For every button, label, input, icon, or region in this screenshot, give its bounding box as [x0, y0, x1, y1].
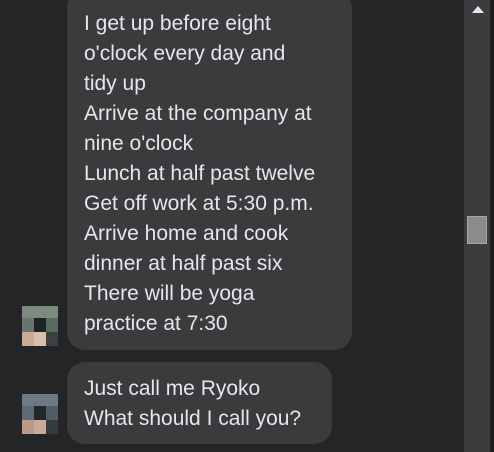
message-line: tidy up [84, 72, 146, 95]
message-line: Lunch at half past twelve [84, 162, 316, 185]
scroll-up-arrow-icon[interactable] [472, 6, 484, 13]
message-line: Arrive home and cook [84, 222, 289, 245]
message-bubble[interactable]: Just call me Ryoko What should I call yo… [67, 362, 332, 444]
message-line: o'clock every day and [84, 42, 286, 65]
message-line: What should I call you? [84, 407, 302, 430]
message-line: Just call me Ryoko [84, 377, 261, 400]
avatar[interactable] [22, 394, 58, 434]
message-line: Get off work at 5:30 p.m. [84, 192, 314, 215]
scrollbar-thumb[interactable] [467, 216, 487, 244]
message-line: I get up before eight [84, 12, 271, 35]
window-edge [490, 0, 494, 452]
avatar[interactable] [22, 306, 58, 346]
message-bubble[interactable]: I get up before eight o'clock every day … [67, 0, 352, 350]
message-line: nine o'clock [84, 132, 194, 155]
message-line: dinner at half past six [84, 252, 283, 275]
message-line: practice at 7:30 [84, 312, 228, 335]
message-line: There will be yoga [84, 282, 255, 305]
scrollbar-track[interactable] [464, 0, 490, 452]
chat-thread: I get up before eight o'clock every day … [0, 0, 462, 452]
message-line: Arrive at the company at [84, 102, 312, 125]
